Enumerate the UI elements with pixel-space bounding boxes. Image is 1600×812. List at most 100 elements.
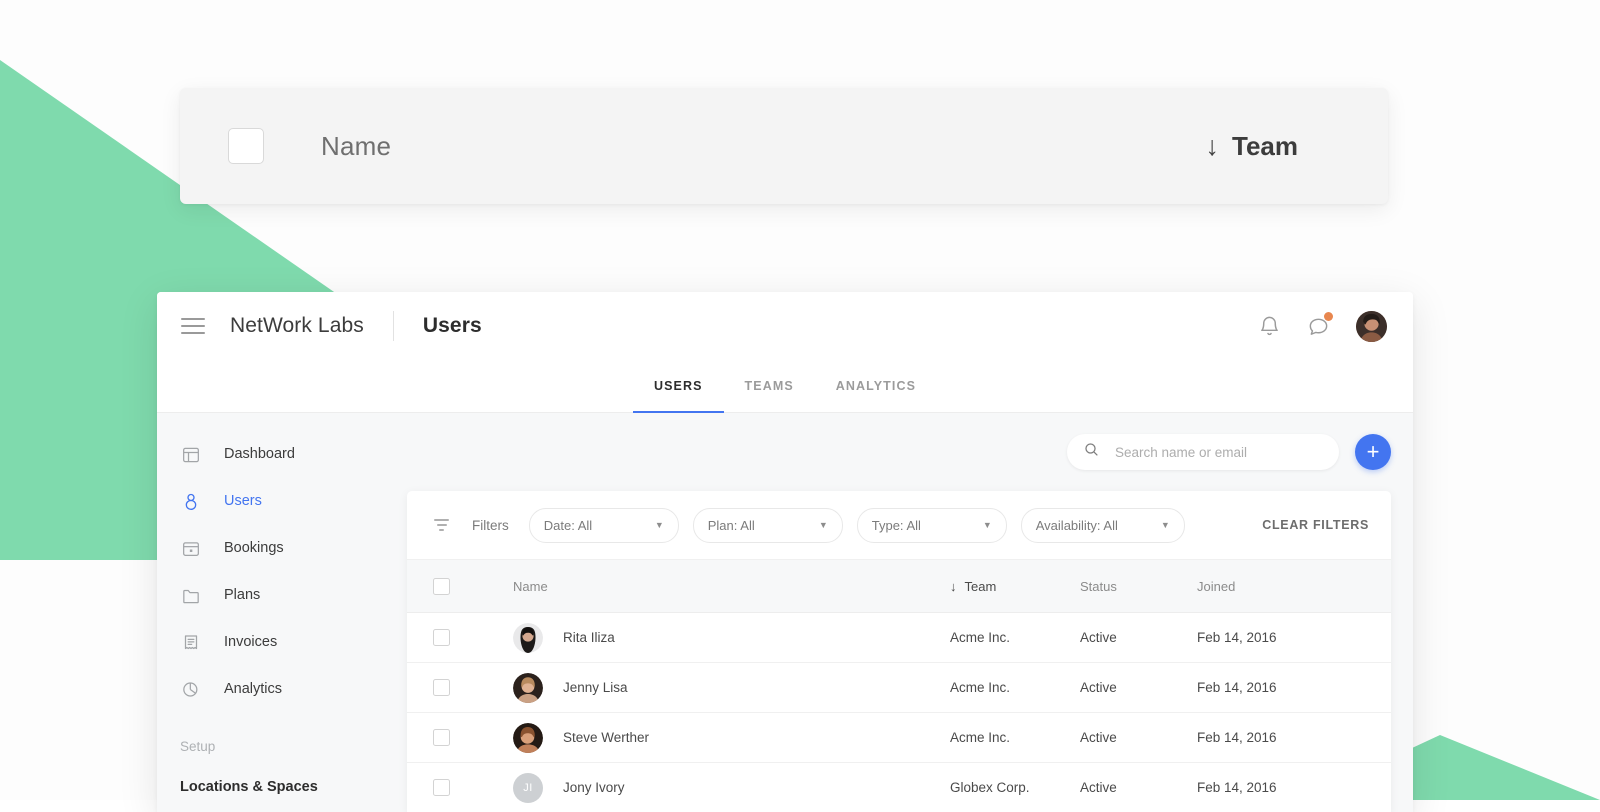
filter-chip-availability[interactable]: Availability: All ▼ [1021, 508, 1185, 543]
row-name-cell: Rita Iliza [512, 613, 949, 663]
row-select-cell [407, 663, 512, 713]
folder-icon [180, 585, 202, 607]
table-row[interactable]: JI Jony Ivory Globex Corp. Active Feb 14… [407, 763, 1391, 812]
row-name-cell: Steve Werther [512, 713, 949, 763]
column-header-team[interactable]: ↓ Team [949, 560, 1079, 613]
row-status: Active [1079, 763, 1196, 812]
row-avatar [513, 623, 543, 653]
pie-chart-icon [180, 679, 202, 701]
chevron-down-icon: ▼ [819, 520, 828, 530]
chat-bubble-icon[interactable] [1307, 315, 1330, 338]
users-table-body: Rita Iliza Acme Inc. Active Feb 14, 2016 [407, 613, 1391, 812]
tab-users[interactable]: USERS [633, 360, 724, 412]
row-name: Rita Iliza [563, 630, 615, 645]
select-all-header [407, 560, 512, 613]
row-checkbox[interactable] [433, 729, 450, 746]
page-title: Users [423, 314, 482, 338]
sidebar-item-label: Plans [224, 588, 260, 603]
sidebar-item-plans[interactable]: Plans [157, 572, 407, 619]
row-select-cell [407, 713, 512, 763]
sidebar-item-dashboard[interactable]: Dashboard [157, 431, 407, 478]
row-name-cell: Jenny Lisa [512, 663, 949, 713]
calendar-icon [180, 538, 202, 560]
clear-filters-button[interactable]: CLEAR FILTERS [1262, 518, 1369, 532]
row-status: Active [1079, 663, 1196, 713]
column-header-joined[interactable]: Joined [1196, 560, 1391, 613]
row-select-cell [407, 613, 512, 663]
filter-chip-plan[interactable]: Plan: All ▼ [693, 508, 843, 543]
row-name: Steve Werther [563, 730, 649, 745]
avatar[interactable] [1356, 311, 1387, 342]
column-header-status[interactable]: Status [1079, 560, 1196, 613]
row-avatar-initials: JI [513, 773, 543, 803]
users-table: Name ↓ Team Status Joined [407, 560, 1391, 812]
search-box[interactable] [1067, 434, 1339, 470]
users-table-head: Name ↓ Team Status Joined [407, 560, 1391, 613]
tab-analytics[interactable]: ANALYTICS [815, 360, 937, 412]
sidebar-item-label: Invoices [224, 635, 277, 650]
sidebar-item-bookings[interactable]: Bookings [157, 525, 407, 572]
row-avatar [513, 673, 543, 703]
app-window: NetWork Labs Users [157, 292, 1413, 812]
sort-arrow-icon: ↓ [1206, 133, 1220, 160]
table-row[interactable]: Rita Iliza Acme Inc. Active Feb 14, 2016 [407, 613, 1391, 663]
filters-label: Filters [472, 518, 509, 533]
filter-chip-date[interactable]: Date: All ▼ [529, 508, 679, 543]
filter-chip-label: Date: All [544, 518, 592, 533]
row-team: Acme Inc. [949, 713, 1079, 763]
row-checkbox[interactable] [433, 629, 450, 646]
row-checkbox[interactable] [433, 779, 450, 796]
row-status: Active [1079, 713, 1196, 763]
row-status: Active [1079, 613, 1196, 663]
floating-column-name: Name [321, 131, 391, 162]
floating-column-team-label: Team [1232, 131, 1298, 162]
sidebar-item-analytics[interactable]: Analytics [157, 666, 407, 713]
sidebar-item-invoices[interactable]: Invoices [157, 619, 407, 666]
row-joined: Feb 14, 2016 [1196, 613, 1391, 663]
content-area: + Filters Date: All ▼ Plan: All ▼ [407, 413, 1413, 812]
hamburger-menu-icon[interactable] [181, 318, 205, 334]
column-header-name[interactable]: Name [512, 560, 949, 613]
floating-select-all-checkbox[interactable] [228, 128, 264, 164]
filter-chip-type[interactable]: Type: All ▼ [857, 508, 1007, 543]
users-panel: Filters Date: All ▼ Plan: All ▼ Type: Al… [407, 491, 1391, 812]
topbar-divider [393, 311, 394, 341]
row-joined: Feb 14, 2016 [1196, 713, 1391, 763]
floating-table-header-card: Name ↓ Team [180, 88, 1388, 204]
column-header-team-label: Team [965, 579, 997, 594]
search-icon [1083, 441, 1100, 463]
sidebar-item-users[interactable]: Users [157, 478, 407, 525]
add-user-button[interactable]: + [1355, 434, 1391, 470]
table-row[interactable]: Jenny Lisa Acme Inc. Active Feb 14, 2016 [407, 663, 1391, 713]
sidebar-item-label: Users [224, 494, 262, 509]
brand-name: NetWork Labs [230, 314, 364, 338]
user-icon [180, 491, 202, 513]
filter-icon [433, 517, 450, 534]
unread-badge-dot [1324, 312, 1333, 321]
row-checkbox[interactable] [433, 679, 450, 696]
topbar-actions [1258, 311, 1413, 342]
row-joined: Feb 14, 2016 [1196, 763, 1391, 812]
bell-icon[interactable] [1258, 315, 1281, 338]
table-header-row: Name ↓ Team Status Joined [407, 560, 1391, 613]
row-team: Globex Corp. [949, 763, 1079, 812]
sidebar-section-setup: Setup [157, 713, 407, 764]
dashboard-icon [180, 444, 202, 466]
row-name: Jenny Lisa [563, 680, 628, 695]
tab-teams[interactable]: TEAMS [724, 360, 815, 412]
row-team: Acme Inc. [949, 663, 1079, 713]
row-select-cell [407, 763, 512, 812]
select-all-checkbox[interactable] [433, 578, 450, 595]
row-joined: Feb 14, 2016 [1196, 663, 1391, 713]
table-row[interactable]: Steve Werther Acme Inc. Active Feb 14, 2… [407, 713, 1391, 763]
sidebar: Dashboard Users [157, 413, 407, 812]
row-avatar [513, 723, 543, 753]
floating-column-team[interactable]: ↓ Team [1206, 131, 1299, 162]
search-input[interactable] [1113, 444, 1323, 461]
sidebar-item-label: Locations & Spaces [180, 780, 318, 795]
sidebar-item-label: Dashboard [224, 447, 295, 462]
sidebar-item-locations-and-spaces[interactable]: Locations & Spaces [157, 764, 407, 811]
row-name-cell: JI Jony Ivory [512, 763, 949, 812]
row-name: Jony Ivory [563, 780, 625, 795]
chevron-down-icon: ▼ [1161, 520, 1170, 530]
